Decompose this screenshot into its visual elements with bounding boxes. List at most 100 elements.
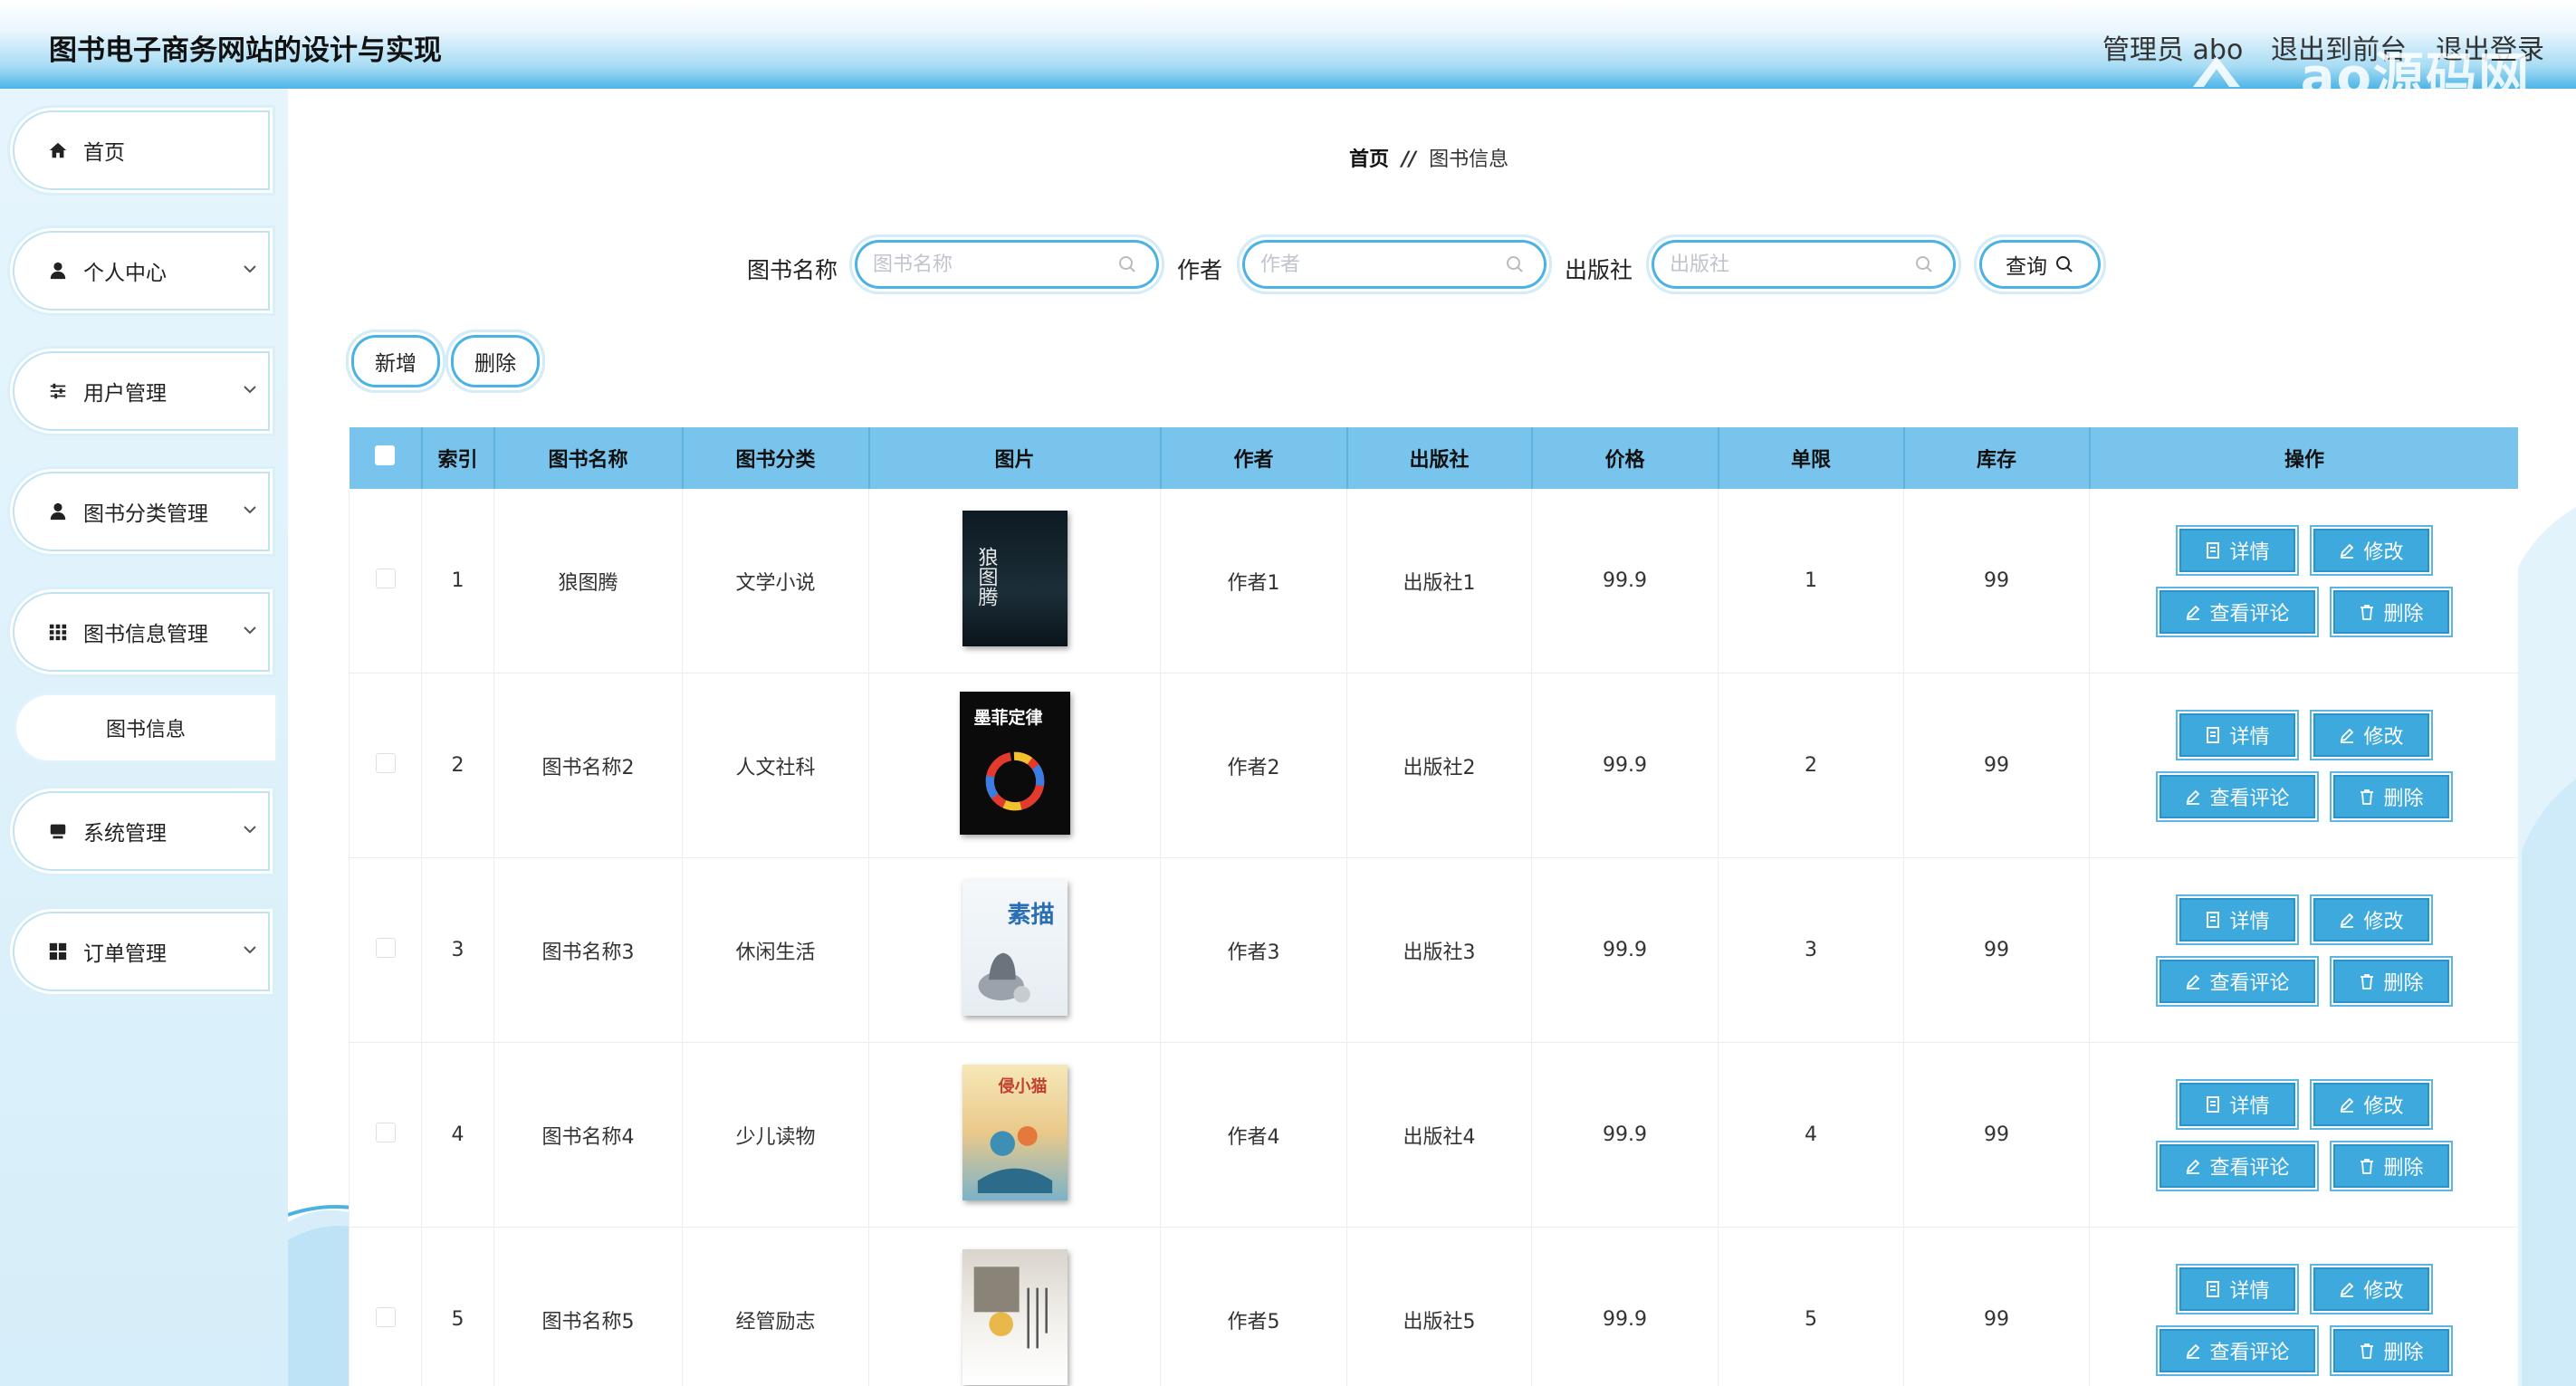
search-icon — [1507, 256, 1523, 272]
decorative-wave — [2513, 507, 2576, 1386]
cell-price: 99.9 — [1531, 1042, 1719, 1228]
row-checkbox[interactable] — [375, 1122, 396, 1142]
cell-index: 2 — [421, 673, 494, 858]
edit-button[interactable]: 修改 — [2313, 1267, 2429, 1311]
select-all-cell[interactable] — [349, 427, 423, 489]
cell-publisher: 出版社5 — [1346, 1227, 1532, 1386]
column-header: 图片 — [868, 427, 1162, 489]
cell-index: 1 — [421, 489, 494, 674]
cell-author: 作者3 — [1160, 857, 1347, 1043]
detail-button[interactable]: 详情 — [2179, 1267, 2295, 1311]
cover-title: 狼图腾 — [974, 546, 998, 607]
edit-button[interactable]: 修改 — [2313, 897, 2429, 942]
cover-art — [985, 751, 1044, 810]
cell-category: 文学小说 — [682, 489, 869, 674]
cell-publisher: 出版社3 — [1346, 857, 1532, 1043]
document-icon — [2207, 541, 2220, 559]
sidebar-item-category-management[interactable]: 图书分类管理 — [7, 466, 275, 557]
book-cover-image: 素描 — [962, 879, 1068, 1016]
cover-title: 墨菲定律 — [973, 707, 1043, 728]
detail-button[interactable]: 详情 — [2179, 1082, 2295, 1126]
row-checkbox[interactable] — [375, 1306, 396, 1327]
row-checkbox[interactable] — [375, 568, 396, 588]
search-icon — [2056, 256, 2073, 272]
column-header: 索引 — [421, 427, 495, 489]
breadcrumb-home[interactable]: 首页 — [1349, 148, 1389, 171]
delete-button[interactable]: 删除 — [2332, 589, 2449, 634]
table-row: 4 图书名称4 少儿读物 侵小猫 作者4 出版社4 99.9 4 99 详情 修… — [349, 1042, 2518, 1228]
cell-author: 作者2 — [1160, 673, 1347, 858]
sidebar-item-user-management[interactable]: 用户管理 — [7, 346, 275, 436]
cell-price: 99.9 — [1531, 857, 1719, 1043]
view-comments-button[interactable]: 查看评论 — [2159, 589, 2315, 634]
publisher-field[interactable] — [1646, 234, 1961, 294]
trash-icon — [2361, 973, 2374, 989]
monitor-icon — [47, 820, 69, 842]
sidebar-item-book-management[interactable]: 图书信息管理 — [7, 587, 275, 677]
trash-icon — [2361, 604, 2374, 620]
book-name-input[interactable] — [871, 252, 1117, 277]
delete-button[interactable]: 删除 — [2332, 774, 2449, 818]
row-checkbox[interactable] — [375, 937, 396, 958]
author-field[interactable] — [1237, 234, 1552, 294]
cell-price: 99.9 — [1531, 489, 1719, 674]
sidebar-subitem-book-info[interactable]: 图书信息 — [14, 693, 277, 762]
cell-author: 作者5 — [1160, 1227, 1347, 1386]
detail-button[interactable]: 详情 — [2179, 528, 2295, 572]
edit-icon — [2187, 974, 2200, 989]
breadcrumb-current: 图书信息 — [1429, 148, 1509, 171]
sidebar-item-personal-center[interactable]: 个人中心 — [7, 225, 275, 316]
edit-icon — [2341, 543, 2354, 559]
add-button[interactable]: 新增 — [346, 330, 445, 393]
edit-button[interactable]: 修改 — [2313, 712, 2429, 757]
table-row: 2 图书名称2 人文社科 墨菲定律 作者2 出版社2 99.9 2 99 详情 … — [349, 673, 2518, 858]
chevron-down-icon — [244, 386, 256, 394]
cell-stock: 99 — [1903, 1227, 2090, 1386]
row-checkbox[interactable] — [375, 752, 396, 773]
detail-button[interactable]: 详情 — [2179, 712, 2295, 757]
cell-name: 图书名称5 — [493, 1227, 683, 1386]
cell-limit: 3 — [1718, 857, 1904, 1043]
home-icon — [47, 139, 69, 161]
column-header: 单限 — [1718, 427, 1905, 489]
view-comments-button[interactable]: 查看评论 — [2159, 1143, 2315, 1188]
view-comments-button[interactable]: 查看评论 — [2159, 959, 2315, 1003]
cell-index: 3 — [421, 857, 494, 1043]
cell-actions: 详情 修改 查看评论 删除 — [2089, 1227, 2518, 1386]
bulk-delete-button[interactable]: 删除 — [445, 330, 545, 393]
user-icon — [47, 501, 69, 522]
view-comments-button[interactable]: 查看评论 — [2159, 1328, 2315, 1372]
book-name-field[interactable] — [849, 234, 1164, 294]
table-header-row: 索引 图书名称 图书分类 图片 作者 出版社 价格 单限 库存 操作 — [349, 427, 2518, 489]
user-icon — [47, 260, 69, 282]
cell-stock: 99 — [1903, 857, 2090, 1043]
book-cover-image: 墨菲定律 — [959, 691, 1070, 835]
query-button[interactable]: 查询 — [1974, 234, 2106, 294]
book-table: 索引 图书名称 图书分类 图片 作者 出版社 价格 单限 库存 操作 1 狼图腾… — [349, 427, 2518, 1386]
edit-icon — [2187, 789, 2200, 805]
cell-actions: 详情 修改 查看评论 删除 — [2089, 489, 2518, 674]
edit-button[interactable]: 修改 — [2313, 1082, 2429, 1126]
sidebar-item-order-management[interactable]: 订单管理 — [7, 906, 275, 997]
delete-button[interactable]: 删除 — [2332, 959, 2449, 1003]
author-input[interactable] — [1259, 252, 1505, 277]
edit-icon — [2187, 1343, 2200, 1359]
query-button-label: 查询 — [2006, 255, 2047, 279]
cell-name: 图书名称2 — [493, 673, 683, 858]
view-comments-button[interactable]: 查看评论 — [2159, 774, 2315, 818]
delete-button[interactable]: 删除 — [2332, 1143, 2449, 1188]
edit-button[interactable]: 修改 — [2313, 528, 2429, 572]
cell-name: 图书名称3 — [493, 857, 683, 1043]
column-header: 图书名称 — [493, 427, 684, 489]
delete-button[interactable]: 删除 — [2332, 1328, 2449, 1372]
detail-button[interactable]: 详情 — [2179, 897, 2295, 942]
sidebar-item-home[interactable]: 首页 — [7, 105, 275, 196]
cell-limit: 5 — [1718, 1227, 1904, 1386]
sidebar-item-label: 首页 — [83, 141, 125, 165]
edit-icon — [2341, 913, 2354, 928]
cell-stock: 99 — [1903, 673, 2090, 858]
cover-art — [973, 1266, 1048, 1348]
sidebar-item-system-management[interactable]: 系统管理 — [7, 786, 275, 876]
publisher-input[interactable] — [1668, 252, 1914, 277]
select-all-checkbox[interactable] — [375, 445, 395, 465]
